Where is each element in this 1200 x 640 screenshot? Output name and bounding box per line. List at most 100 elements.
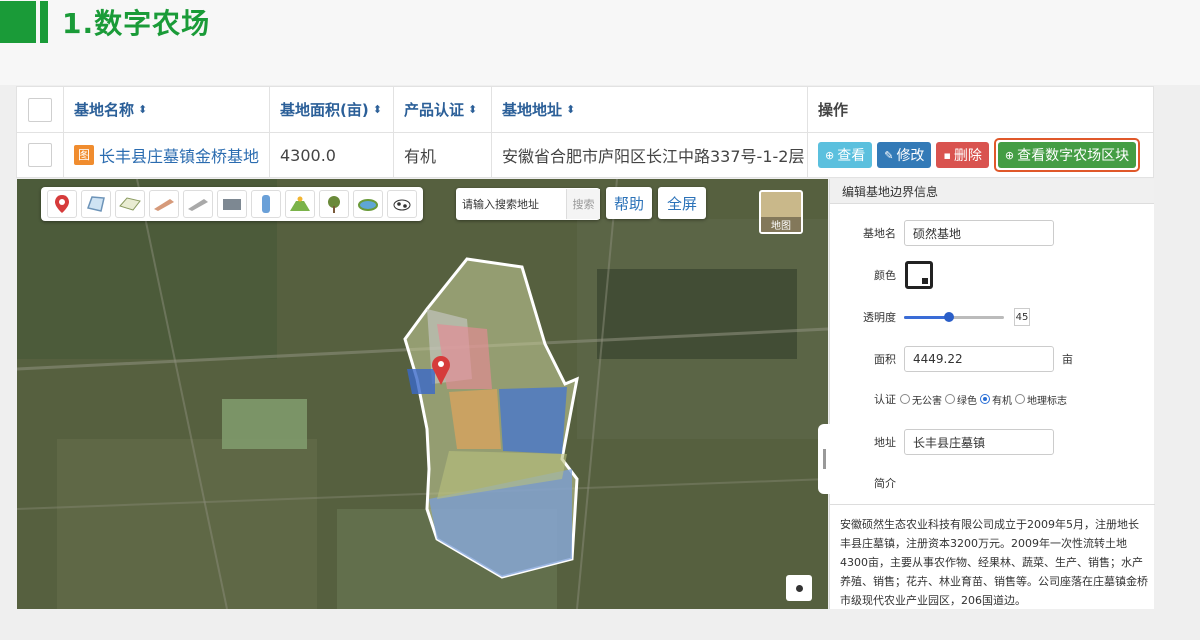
edit-icon: ✎ [884, 148, 894, 162]
opacity-value[interactable]: 45 [1014, 308, 1030, 326]
pond-tool-icon[interactable] [353, 190, 383, 218]
color-picker-corner [922, 278, 928, 284]
opacity-slider-handle[interactable] [944, 312, 954, 322]
locate-icon [795, 584, 803, 592]
select-all-cell [17, 87, 64, 132]
section-title: 1.数字农场 [62, 7, 211, 40]
cert-option-label: 绿色 [957, 395, 977, 407]
tower-tool-icon[interactable] [251, 190, 281, 218]
map-layer-label: 地图 [761, 217, 801, 232]
delete-button-label: 删除 [953, 148, 982, 164]
cert-option-label: 有机 [992, 395, 1012, 407]
intro-row: 简介 [830, 475, 1155, 491]
cert-label: 认证 [874, 393, 896, 406]
sort-icon[interactable]: ⬍ [138, 103, 147, 116]
view-farm-button[interactable]: ⊕ 查看数字农场区块 [997, 142, 1137, 168]
select-all-checkbox[interactable] [28, 97, 52, 122]
panel-collapse-handle[interactable] [818, 424, 830, 494]
cert-option-label: 地理标志 [1027, 395, 1067, 407]
intro-textarea[interactable]: 安徽硕然生态农业科技有限公司成立于2009年5月，注册地长丰县庄墓镇，注册资本3… [830, 504, 1155, 609]
map-imagery [17, 179, 828, 609]
sort-icon[interactable]: ⬍ [373, 103, 382, 116]
address-input[interactable]: 长丰县庄墓镇 [904, 429, 1054, 455]
section-header: 1.数字农场 [0, 0, 210, 44]
map-search-button[interactable]: 搜索 [566, 189, 600, 219]
table-row: 图 长丰县庄墓镇金桥基地 4300.0 有机 安徽省合肥市庐阳区长江中路337号… [17, 133, 1153, 177]
grip-icon [822, 449, 826, 469]
area-unit: 亩 [1062, 353, 1073, 366]
map-layer-button[interactable]: 地图 [759, 190, 803, 234]
column-header-cert[interactable]: 产品认证 ⬍ [394, 87, 492, 132]
livestock-tool-icon[interactable] [387, 190, 417, 218]
cert-option-youji[interactable]: 有机 [980, 392, 1012, 407]
zoom-icon: ⊕ [825, 148, 835, 162]
cert-option-lvse[interactable]: 绿色 [945, 392, 977, 407]
row-checkbox[interactable] [28, 143, 52, 167]
area-input[interactable]: 4449.22 [904, 346, 1054, 372]
map-search: 请输入搜索地址 搜索 [456, 188, 600, 220]
column-header-ops-label: 操作 [818, 101, 849, 119]
cert-option-label: 无公害 [912, 395, 942, 407]
base-address-value: 安徽省合肥市庐阳区长江中路337号-1-2层 [502, 147, 805, 166]
column-header-area-label: 基地面积(亩) [280, 101, 369, 119]
polygon-tool-icon[interactable] [81, 190, 111, 218]
image-icon[interactable]: 图 [74, 145, 94, 165]
cert-option-dilibiaozhi[interactable]: 地理标志 [1015, 392, 1067, 407]
table-header-row: 基地名称 ⬍ 基地面积(亩) ⬍ 产品认证 ⬍ 基地地址 ⬍ 操作 [17, 87, 1153, 133]
map-drawing-toolbar [41, 187, 423, 221]
address-row: 地址 长丰县庄墓镇 [830, 429, 1155, 455]
row-address-cell: 安徽省合肥市庐阳区长江中路337号-1-2层 [492, 133, 808, 177]
column-header-cert-label: 产品认证 [404, 101, 465, 119]
opacity-slider[interactable] [904, 310, 1004, 324]
column-header-address[interactable]: 基地地址 ⬍ [492, 87, 808, 132]
edit-button-label: 修改 [896, 148, 925, 164]
trash-icon: ▪ [943, 148, 951, 162]
zoom-icon: ⊕ [1004, 148, 1015, 162]
address-label: 地址 [874, 436, 896, 449]
opacity-row: 透明度 45 [830, 308, 1155, 326]
row-ops-cell: ⊕ 查看 ✎ 修改 ▪ 删除 ⊕ 查看数字农场区块 [808, 133, 1153, 177]
color-label: 颜色 [874, 269, 896, 282]
greenhouse-tool-icon[interactable] [149, 190, 179, 218]
help-button[interactable]: 帮助 [606, 187, 652, 219]
view-farm-button-label: 查看数字农场区块 [1017, 148, 1130, 164]
title-accent-block [0, 1, 36, 43]
warehouse-tool-icon[interactable] [217, 190, 247, 218]
farmland-tool-icon[interactable] [285, 190, 315, 218]
column-header-name-label: 基地名称 [74, 101, 135, 119]
delete-button[interactable]: ▪ 删除 [936, 142, 989, 168]
title-accent-stripe [40, 1, 48, 43]
cert-option-wugonghai[interactable]: 无公害 [900, 392, 942, 407]
color-picker[interactable] [905, 261, 933, 289]
edit-button[interactable]: ✎ 修改 [877, 142, 932, 168]
name-label: 基地名 [863, 227, 896, 240]
cert-row: 认证 无公害 绿色 有机 地理标志 [830, 391, 1155, 407]
opacity-slider-fill [904, 316, 949, 319]
row-name-cell: 图 长丰县庄墓镇金桥基地 [64, 133, 270, 177]
satellite-map[interactable]: 请输入搜索地址 搜索 帮助 全屏 地图 [17, 179, 828, 609]
opacity-label: 透明度 [863, 311, 896, 324]
column-header-name[interactable]: 基地名称 ⬍ [64, 87, 270, 132]
locate-button[interactable] [786, 575, 812, 601]
fullscreen-button[interactable]: 全屏 [658, 187, 706, 219]
column-header-area[interactable]: 基地面积(亩) ⬍ [270, 87, 394, 132]
view-button[interactable]: ⊕ 查看 [818, 142, 873, 168]
field-tool-icon[interactable] [115, 190, 145, 218]
shed-tool-icon[interactable] [183, 190, 213, 218]
row-cert-cell: 有机 [394, 133, 492, 177]
column-header-ops: 操作 [808, 87, 1153, 132]
radio-icon [945, 394, 955, 404]
edit-boundary-panel: 编辑基地边界信息 基地名 硕然基地 颜色 透明度 45 面积 4449.22 亩… [818, 179, 1155, 609]
map-search-input[interactable]: 请输入搜索地址 [456, 196, 566, 212]
radio-selected-icon [980, 394, 990, 404]
sort-icon[interactable]: ⬍ [468, 103, 477, 116]
intro-label: 简介 [874, 477, 896, 490]
tree-tool-icon[interactable] [319, 190, 349, 218]
area-label: 面积 [874, 353, 896, 366]
base-table: 基地名称 ⬍ 基地面积(亩) ⬍ 产品认证 ⬍ 基地地址 ⬍ 操作 图 长丰县庄… [16, 86, 1154, 178]
marker-tool-icon[interactable] [47, 190, 77, 218]
column-header-address-label: 基地地址 [502, 101, 563, 119]
base-name-link[interactable]: 长丰县庄墓镇金桥基地 [99, 143, 259, 167]
base-name-input[interactable]: 硕然基地 [904, 220, 1054, 246]
sort-icon[interactable]: ⬍ [566, 103, 575, 116]
